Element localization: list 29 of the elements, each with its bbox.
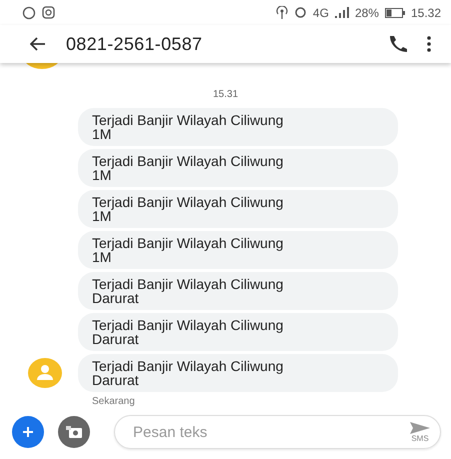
clock: 15.32: [410, 6, 441, 20]
add-button[interactable]: [12, 416, 44, 448]
camera-icon: [42, 6, 55, 19]
plus-icon: [22, 426, 34, 438]
message-input[interactable]: Pesan teks SMS: [114, 415, 441, 449]
signal-icon: [334, 7, 349, 18]
send-icon: [410, 422, 430, 434]
message-bubble: Terjadi Banjir Wilayah Ciliwung 1M: [78, 231, 398, 269]
send-button[interactable]: SMS: [410, 422, 430, 442]
message-bubble: Terjadi Banjir Wilayah Ciliwung Darurat: [78, 313, 398, 351]
battery-icon: [384, 8, 405, 18]
message-bubble: Terjadi Banjir Wilayah Ciliwung 1M: [78, 190, 398, 228]
network-type: 4G: [312, 6, 329, 20]
message-bubble: Terjadi Banjir Wilayah Ciliwung Darurat: [78, 354, 398, 392]
hotspot-icon: [276, 6, 288, 19]
back-arrow-icon[interactable]: [30, 37, 46, 51]
contact-number: 0821-2561-0587: [66, 34, 204, 54]
delivery-status: Sekarang: [91, 396, 136, 407]
message-bubble: Terjadi Banjir Wilayah Ciliwung 1M: [78, 149, 398, 187]
chat-icon: [22, 6, 36, 20]
camera-icon: [65, 425, 83, 439]
phone-icon[interactable]: [387, 35, 407, 53]
message-time: 15.31: [212, 89, 240, 100]
battery-percent: 28%: [354, 6, 379, 20]
message-bubble: Terjadi Banjir Wilayah Ciliwung Darurat: [78, 272, 398, 310]
sync-icon: [294, 6, 307, 19]
more-menu-icon[interactable]: [427, 36, 431, 52]
message-bubble: Terjadi Banjir Wilayah Ciliwung 1M: [78, 108, 398, 146]
camera-button[interactable]: [58, 416, 90, 448]
